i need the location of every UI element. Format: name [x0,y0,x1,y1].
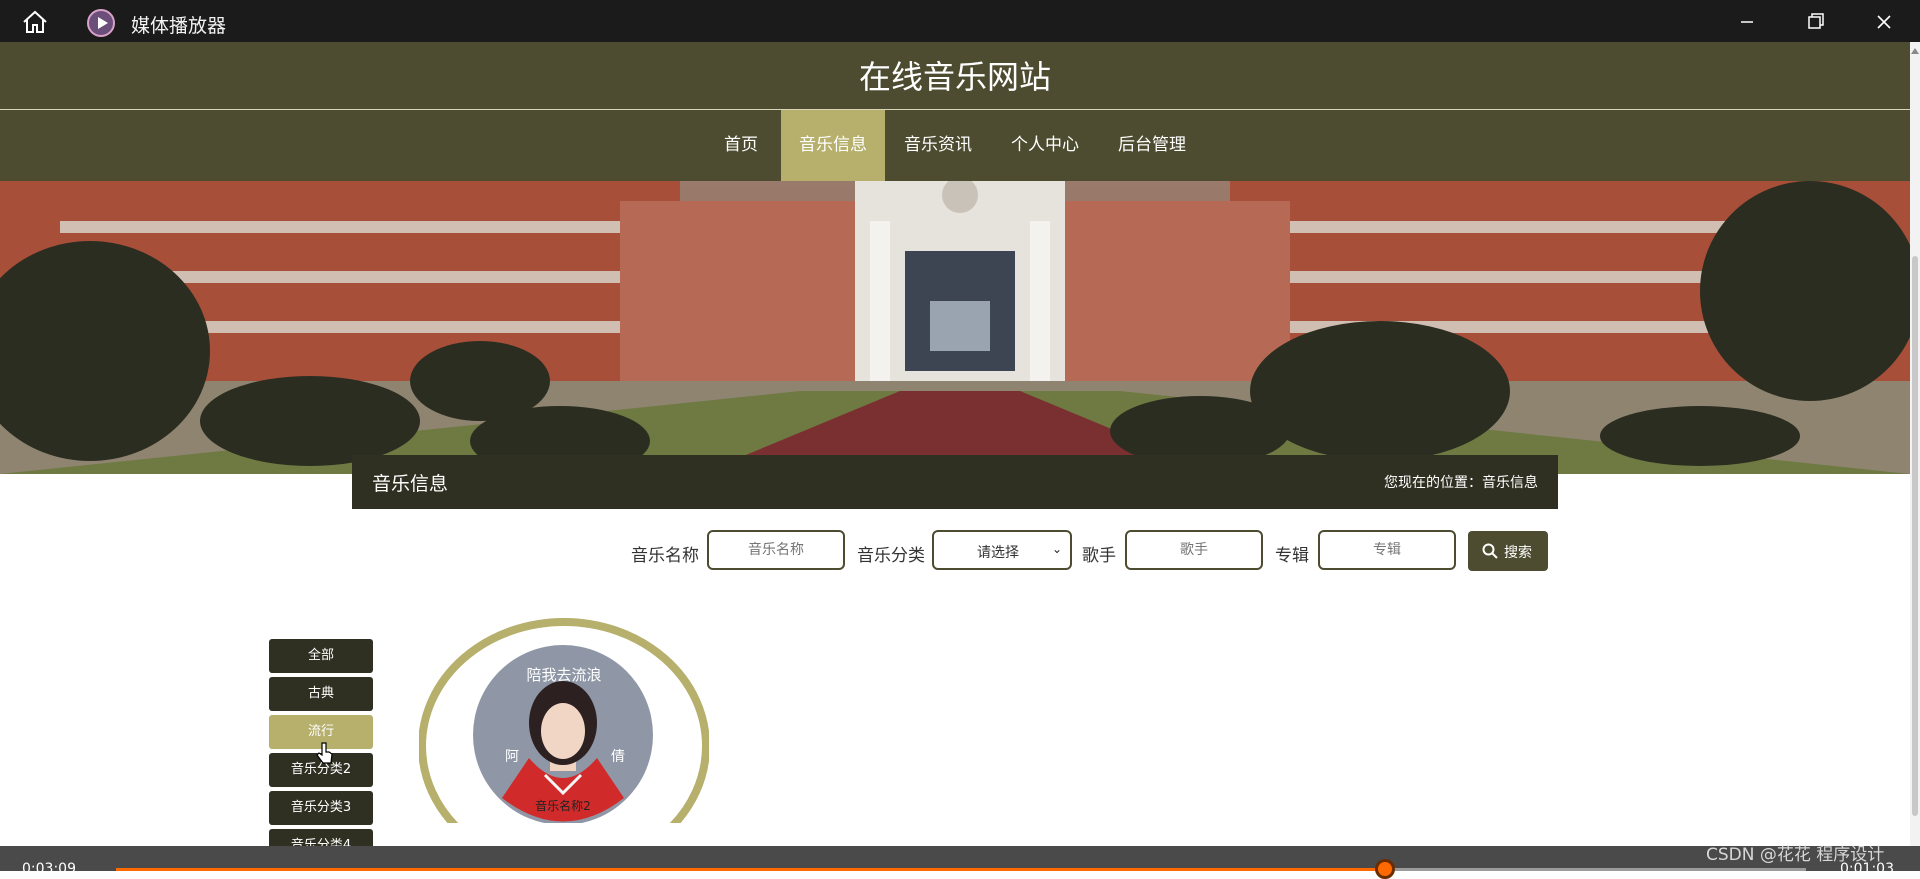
mouse-cursor-icon [316,742,333,764]
nav-item-personal-center[interactable]: 个人中心 [1004,110,1086,181]
banner-carousel[interactable] [0,181,1910,474]
music-category-label: 音乐分类 [857,546,925,566]
music-name-label: 音乐名称 [631,546,699,566]
cover-side-left: 阿 [505,749,519,765]
breadcrumb: 您现在的位置：音乐信息 [1384,475,1538,491]
music-category-select[interactable]: 请选择 ⌄ [932,530,1072,570]
music-cover [418,618,710,874]
singer-input[interactable] [1125,530,1263,570]
chevron-down-icon: ⌄ [1051,542,1062,556]
singer-label: 歌手 [1082,546,1116,566]
music-card[interactable]: 陪我去流浪 阿 倩 [418,583,710,874]
page-scrollbar[interactable] [1910,42,1920,846]
minimize-icon[interactable] [1729,8,1765,36]
music-name-input[interactable] [707,530,845,570]
category-selected-value: 请选择 [977,545,1019,561]
progress-knob[interactable] [1375,859,1396,879]
section-header: 音乐信息 您现在的位置：音乐信息 [352,455,1558,509]
section-title: 音乐信息 [372,473,449,495]
category-item-all[interactable]: 全部 [269,639,373,673]
nav-item-home[interactable]: 首页 [715,110,767,181]
close-icon[interactable] [1866,8,1902,36]
nav-item-admin[interactable]: 后台管理 [1111,110,1193,181]
media-player-icon [87,9,115,37]
site-title: 在线音乐网站 [858,58,1051,96]
elapsed-time: 0:03:09 [22,861,76,877]
search-button-label: 搜索 [1504,545,1532,561]
main-nav: 首页 音乐信息 音乐资讯 个人中心 后台管理 [0,110,1910,181]
scroll-thumb[interactable] [1912,256,1918,816]
cover-text: 陪我去流浪 [526,666,602,684]
category-item-classical[interactable]: 古典 [269,677,373,711]
scroll-up-icon[interactable] [1911,48,1919,54]
search-button[interactable]: 搜索 [1468,531,1548,571]
banner-image [0,181,1910,474]
site-header: 在线音乐网站 [0,42,1910,110]
window-titlebar: 媒体播放器 [0,0,1920,42]
media-player-controls: 0:03:09 0:01:03 [0,846,1920,879]
cover-side-right: 倩 [611,749,625,765]
music-name[interactable]: 音乐名称2 [0,797,1126,814]
nav-item-music-info[interactable]: 音乐信息 [781,110,885,181]
watermark: CSDN @花花 程序设计 [1706,845,1885,865]
album-label: 专辑 [1275,546,1309,566]
album-input[interactable] [1318,530,1456,570]
restore-icon[interactable] [1797,8,1833,36]
home-icon[interactable] [22,10,48,34]
nav-item-music-news[interactable]: 音乐资讯 [897,110,979,181]
window-title: 媒体播放器 [131,15,227,37]
search-icon [1482,543,1498,559]
